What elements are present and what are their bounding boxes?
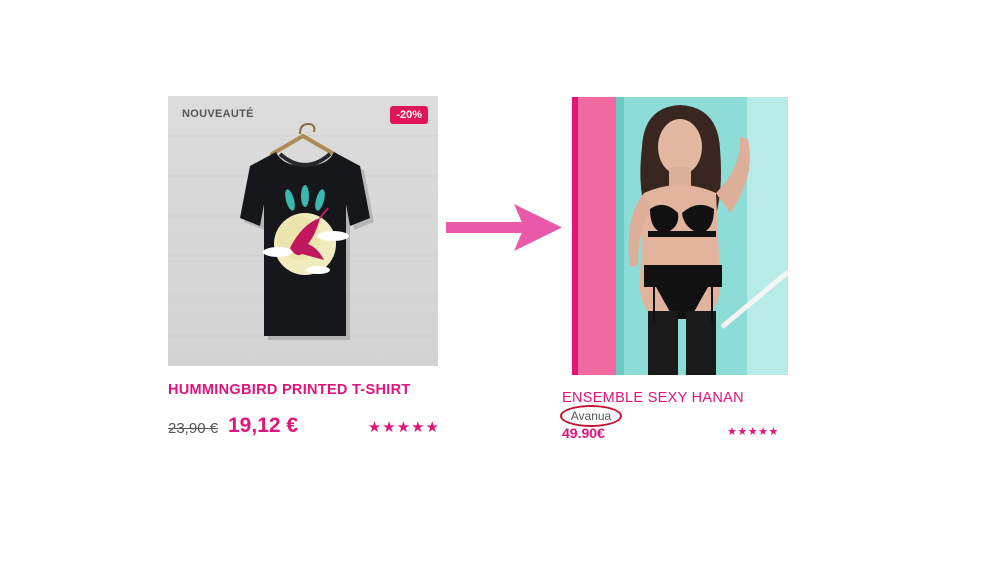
product-image-frame[interactable] bbox=[572, 97, 788, 375]
product-title-link[interactable]: ENSEMBLE SEXY HANAN bbox=[562, 390, 744, 406]
rating-stars: ★★★★★ bbox=[367, 419, 440, 436]
lingerie-photo-icon bbox=[572, 97, 788, 375]
new-badge: NOUVEAUTÉ bbox=[182, 108, 254, 120]
arrow-right-icon bbox=[446, 204, 562, 251]
product-card-right[interactable]: ENSEMBLE SEXY HANAN Avanua 49.90€ ★★★★★ bbox=[560, 97, 790, 441]
current-price: 19,12 € bbox=[228, 414, 299, 437]
rating-stars: ★★★★★ bbox=[727, 426, 779, 438]
old-price: 23,90 € bbox=[168, 420, 219, 437]
current-price: 49.90€ bbox=[562, 425, 605, 441]
discount-badge: -20% bbox=[390, 106, 428, 124]
brand-label: Avanua bbox=[560, 405, 622, 427]
product-image-frame[interactable]: NOUVEAUTÉ -20% bbox=[168, 96, 438, 366]
price-row: 23,90 € 19,12 € ★★★★★ bbox=[168, 414, 440, 442]
product-title-link[interactable]: HUMMINGBIRD PRINTED T-SHIRT bbox=[168, 382, 411, 398]
tshirt-image-icon bbox=[168, 122, 438, 340]
product-card-left[interactable]: NOUVEAUTÉ -20% HUMMINGBIRD PRINTED T-SHI… bbox=[168, 96, 440, 437]
